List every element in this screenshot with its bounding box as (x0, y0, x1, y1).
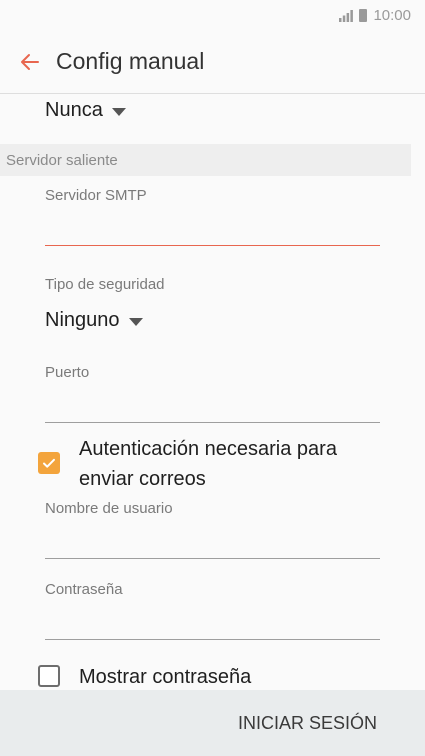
auth-required-checkbox[interactable] (38, 452, 60, 474)
show-password-label: Mostrar contraseña (79, 666, 252, 688)
show-password-checkbox-row[interactable]: Mostrar contraseña (38, 662, 251, 690)
sync-frequency-value: Nunca (45, 99, 103, 121)
show-password-checkbox[interactable] (38, 665, 60, 687)
auth-required-checkbox-row[interactable]: Autenticación necesaria para enviar corr… (38, 434, 369, 494)
status-time: 10:00 (373, 6, 411, 24)
back-arrow-icon[interactable] (8, 40, 52, 84)
smtp-server-input[interactable] (45, 215, 380, 246)
section-header-outgoing: Servidor saliente (0, 144, 411, 176)
security-type-dropdown[interactable]: Ninguno (45, 309, 143, 332)
security-type-value: Ninguno (45, 309, 120, 331)
caret-down-icon (128, 317, 143, 326)
port-input[interactable] (45, 392, 380, 423)
username-label: Nombre de usuario (45, 500, 173, 517)
smtp-server-label: Servidor SMTP (45, 187, 147, 204)
status-bar: 10:00 (0, 0, 425, 30)
password-label: Contraseña (45, 581, 123, 598)
caret-down-icon (111, 107, 126, 116)
auth-required-label: Autenticación necesaria para enviar corr… (79, 438, 337, 490)
settings-form[interactable]: Nunca Servidor saliente Servidor SMTP Ti… (0, 95, 425, 690)
checkmark-icon (43, 458, 55, 468)
app-bar: Config manual (0, 30, 425, 94)
sync-frequency-dropdown[interactable]: Nunca (45, 99, 126, 122)
port-label: Puerto (45, 364, 90, 381)
login-button[interactable]: INICIAR SESIÓN (238, 705, 377, 742)
battery-icon (359, 8, 368, 22)
username-input[interactable] (45, 528, 380, 559)
page-title: Config manual (56, 48, 205, 74)
password-input[interactable] (45, 609, 380, 640)
signal-icon (339, 9, 354, 22)
bottom-action-bar: INICIAR SESIÓN (0, 690, 425, 756)
security-type-label: Tipo de seguridad (45, 276, 165, 293)
